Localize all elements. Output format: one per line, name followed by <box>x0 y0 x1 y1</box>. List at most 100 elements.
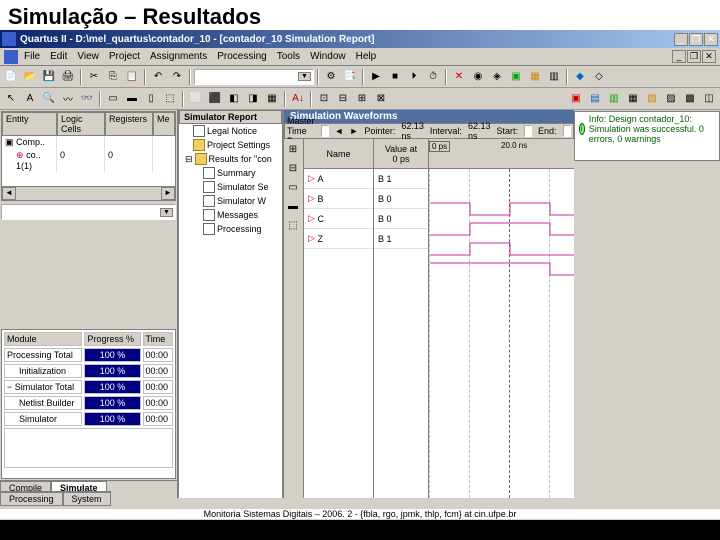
tree-item-legal[interactable]: Legal Notice <box>179 124 282 138</box>
tab-processing[interactable]: Processing <box>0 492 63 506</box>
quick-dropdown[interactable]: ▼ <box>1 204 176 220</box>
tree-item-simw[interactable]: Simulator W <box>179 194 282 208</box>
wftool-2-icon[interactable]: ▬ <box>284 197 302 215</box>
extra6-icon[interactable]: ▨ <box>662 90 680 108</box>
timing-icon[interactable]: ⏱ <box>424 68 442 86</box>
table-row[interactable]: Processing Total100 %00:00 <box>4 348 173 362</box>
wf2-icon[interactable]: ⊟ <box>334 90 352 108</box>
nav-right-icon[interactable]: ► <box>349 126 358 136</box>
entity-row[interactable]: ▣ Comp.. <box>2 136 175 149</box>
scroll-left-icon[interactable]: ◄ <box>2 187 16 200</box>
tree-item-summary[interactable]: Summary <box>179 166 282 180</box>
signal-row[interactable]: ▷ A <box>304 169 373 189</box>
menu-help[interactable]: Help <box>356 51 377 62</box>
project-dropdown[interactable]: ▼ <box>194 69 314 85</box>
sort-icon[interactable]: A↓ <box>289 90 307 108</box>
table-row[interactable]: − Simulator Total100 %00:00 <box>4 380 173 394</box>
simulate-icon[interactable]: ⏵ <box>405 68 423 86</box>
signal-row[interactable]: ▷ Z <box>304 229 373 249</box>
signal-row[interactable]: ▷ B <box>304 189 373 209</box>
mod-header-progress[interactable]: Progress % <box>84 332 140 346</box>
waveform-canvas[interactable]: 0 ps 20.0 ns 40.0 ns 60.0 ns 80.0 ns 100… <box>429 139 574 498</box>
wf1-icon[interactable]: ⊡ <box>315 90 333 108</box>
menu-window[interactable]: Window <box>310 51 346 62</box>
extra2-icon[interactable]: ▤ <box>586 90 604 108</box>
tree-item-simset[interactable]: Simulator Se <box>179 180 282 194</box>
start-input[interactable] <box>524 125 532 137</box>
tool8-icon[interactable]: ◇ <box>590 68 608 86</box>
menu-tools[interactable]: Tools <box>277 51 300 62</box>
mod-header-time[interactable]: Time <box>143 332 173 346</box>
menu-assignments[interactable]: Assignments <box>150 51 207 62</box>
open-icon[interactable]: 📂 <box>21 68 39 86</box>
tool3-icon[interactable]: ◈ <box>488 68 506 86</box>
mdi-close-button[interactable]: ✕ <box>702 50 716 63</box>
menu-view[interactable]: View <box>77 51 99 62</box>
stop-icon[interactable]: ■ <box>386 68 404 86</box>
extra8-icon[interactable]: ◫ <box>700 90 718 108</box>
wftool-1-icon[interactable]: ▭ <box>284 178 302 196</box>
collapse-icon[interactable]: ⊟ <box>185 154 193 165</box>
wf4-icon[interactable]: ⊠ <box>372 90 390 108</box>
menu-project[interactable]: Project <box>109 51 140 62</box>
copy-icon[interactable]: ⎘ <box>104 68 122 86</box>
pointer-icon[interactable]: ↖ <box>2 90 20 108</box>
assignments-icon[interactable]: 📑 <box>341 68 359 86</box>
nav-left-icon[interactable]: ◄ <box>335 126 344 136</box>
edit3-icon[interactable]: ▯ <box>142 90 160 108</box>
binoculars-icon[interactable]: 👓 <box>78 90 96 108</box>
val3-icon[interactable]: ◧ <box>225 90 243 108</box>
scrollbar-h[interactable]: ◄ ► <box>2 186 175 200</box>
extra5-icon[interactable]: ▧ <box>643 90 661 108</box>
close-button[interactable]: ✕ <box>704 33 718 46</box>
mod-header-module[interactable]: Module <box>4 332 82 346</box>
tool1-icon[interactable]: ✕ <box>450 68 468 86</box>
tree-item-settings[interactable]: Project Settings <box>179 138 282 152</box>
new-icon[interactable]: 📄 <box>2 68 20 86</box>
wf3-icon[interactable]: ⊞ <box>353 90 371 108</box>
entity-header-entity[interactable]: Entity <box>2 112 57 136</box>
tool7-icon[interactable]: ◆ <box>571 68 589 86</box>
maximize-button[interactable]: ❐ <box>689 33 703 46</box>
signal-row[interactable]: ▷ C <box>304 209 373 229</box>
val5-icon[interactable]: ▦ <box>263 90 281 108</box>
tool2-icon[interactable]: ◉ <box>469 68 487 86</box>
extra3-icon[interactable]: ▥ <box>605 90 623 108</box>
edit2-icon[interactable]: ▬ <box>123 90 141 108</box>
cut-icon[interactable]: ✂ <box>85 68 103 86</box>
tool4-icon[interactable]: ▣ <box>507 68 525 86</box>
compile-icon[interactable]: ▶ <box>367 68 385 86</box>
zoom-icon[interactable]: 🔍 <box>40 90 58 108</box>
entity-row[interactable]: ⊕ co.. 1(1) 0 0 <box>2 149 175 172</box>
tool5-icon[interactable]: ▦ <box>526 68 544 86</box>
tree-item-results[interactable]: ⊟Results for "con <box>179 152 282 166</box>
val2-icon[interactable]: ⬛ <box>206 90 224 108</box>
wftool-expand-icon[interactable]: ⊞ <box>284 140 302 158</box>
minimize-button[interactable]: _ <box>674 33 688 46</box>
collapse-icon[interactable]: − <box>7 382 12 392</box>
table-row[interactable]: Initialization100 %00:00 <box>4 364 173 378</box>
tree-item-messages[interactable]: Messages <box>179 208 282 222</box>
wftool-collapse-icon[interactable]: ⊟ <box>284 159 302 177</box>
end-input[interactable] <box>563 125 571 137</box>
print-icon[interactable]: 🖨 <box>59 68 77 86</box>
wave-icon[interactable]: 〰 <box>59 90 77 108</box>
entity-header-logic[interactable]: Logic Cells <box>57 112 105 136</box>
mdi-restore-button[interactable]: ❐ <box>687 50 701 63</box>
val1-icon[interactable]: ⬜ <box>187 90 205 108</box>
mdi-minimize-button[interactable]: _ <box>672 50 686 63</box>
table-row[interactable]: Netlist Builder100 %00:00 <box>4 396 173 410</box>
redo-icon[interactable]: ↷ <box>168 68 186 86</box>
tree-item-processing[interactable]: Processing <box>179 222 282 236</box>
settings-icon[interactable]: ⚙ <box>322 68 340 86</box>
tool6-icon[interactable]: ▥ <box>545 68 563 86</box>
edit4-icon[interactable]: ⬚ <box>161 90 179 108</box>
extra1-icon[interactable]: ▣ <box>567 90 585 108</box>
master-time-input[interactable] <box>321 125 329 137</box>
text-icon[interactable]: A <box>21 90 39 108</box>
extra7-icon[interactable]: ▩ <box>681 90 699 108</box>
paste-icon[interactable]: 📋 <box>123 68 141 86</box>
menu-processing[interactable]: Processing <box>217 51 266 62</box>
undo-icon[interactable]: ↶ <box>149 68 167 86</box>
table-row[interactable]: Simulator100 %00:00 <box>4 412 173 426</box>
